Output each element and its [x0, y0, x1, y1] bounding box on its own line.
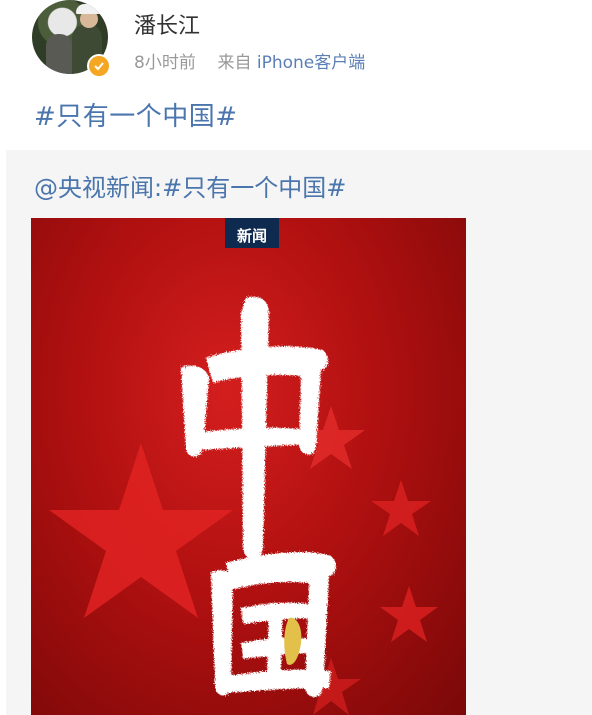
source-prefix: 来自 [217, 53, 252, 73]
calligraphy-guo [211, 552, 337, 697]
poster-artwork [49, 296, 438, 715]
post-source-link[interactable]: iPhone客户端 [257, 53, 365, 73]
cctv-news-logo: 新闻 [225, 218, 279, 248]
repost-text[interactable]: @央视新闻:#只有一个中国# [34, 168, 346, 203]
post-text[interactable]: #只有一个中国# [34, 96, 238, 133]
taiwan-mark [284, 617, 302, 665]
post-meta: 8小时前 来自 iPhone客户端 [134, 48, 365, 73]
large-star [49, 443, 233, 618]
username[interactable]: 潘长江 [134, 8, 200, 40]
small-star-3 [380, 586, 438, 642]
repost-card[interactable]: @央视新闻:#只有一个中国# 新闻 [6, 150, 592, 715]
verified-badge-icon [87, 54, 111, 78]
small-star-2 [371, 480, 431, 536]
post-time: 8小时前 [134, 53, 196, 73]
repost-image[interactable]: 新闻 [31, 218, 466, 715]
